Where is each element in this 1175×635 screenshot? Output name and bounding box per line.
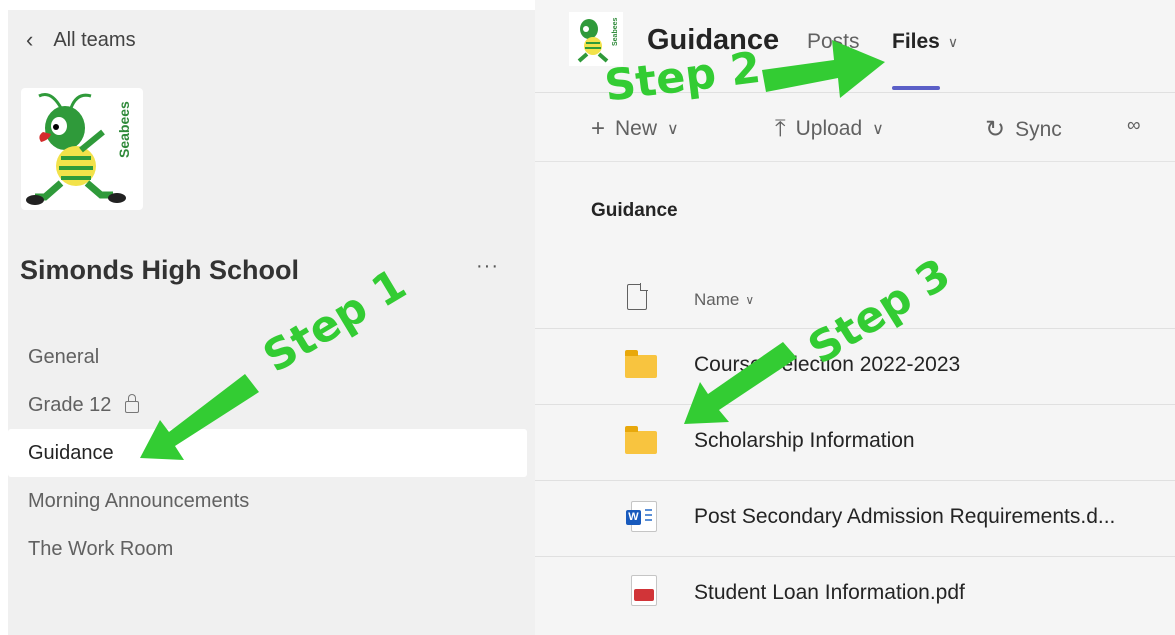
- active-tab-indicator: [892, 86, 940, 90]
- chevron-down-icon: ∨: [745, 293, 755, 307]
- tab-label: Files: [892, 30, 940, 53]
- sync-button[interactable]: ↻ Sync: [985, 115, 1062, 144]
- seabees-mascot-logo: Seabees: [26, 93, 132, 205]
- breadcrumb: Guidance: [591, 200, 678, 221]
- upload-label: Upload: [795, 117, 863, 140]
- channel-item-general[interactable]: General: [8, 333, 527, 381]
- seabees-logo-text-small: Seabees: [612, 17, 619, 46]
- channel-label: Grade 12: [28, 394, 112, 416]
- new-button[interactable]: + New ∨: [591, 115, 679, 143]
- sync-icon: ↻: [985, 116, 1006, 143]
- more-options-button[interactable]: ···: [476, 255, 499, 278]
- team-logo-small: Seabees: [569, 12, 623, 66]
- seabees-logo-text: Seabees: [116, 101, 132, 158]
- pdf-file-icon: [631, 575, 657, 606]
- tab-posts[interactable]: Posts: [807, 30, 860, 54]
- all-teams-label: All teams: [53, 28, 136, 51]
- files-header-row: Name ∨: [535, 262, 1175, 329]
- new-label: New: [615, 117, 658, 140]
- file-row[interactable]: Course Selection 2022-2023: [535, 329, 1175, 405]
- file-row[interactable]: Student Loan Information.pdf: [535, 557, 1175, 632]
- channel-label: General: [28, 346, 100, 368]
- file-type-header-icon: [627, 283, 648, 310]
- channel-title: Guidance: [647, 24, 780, 56]
- folder-icon: [625, 350, 657, 378]
- chevron-left-icon: ‹: [26, 27, 34, 52]
- sync-label: Sync: [1015, 117, 1062, 141]
- team-sidebar: ‹ All teams Seabees Simonds High School …: [8, 10, 535, 635]
- channel-item-morning-announcements[interactable]: Morning Announcements: [8, 477, 527, 525]
- upload-icon: ⤒: [775, 115, 786, 142]
- channel-item-grade-12[interactable]: Grade 12: [8, 381, 527, 429]
- file-name: Scholarship Information: [694, 429, 915, 452]
- channel-label: The Work Room: [28, 538, 174, 560]
- files-toolbar: + New ∨ ⤒ Upload ∨ ↻ Sync ∞: [535, 93, 1175, 162]
- copy-link-button[interactable]: ∞: [1127, 115, 1141, 137]
- file-name: Post Secondary Admission Requirements.d.…: [694, 505, 1116, 528]
- name-column-header[interactable]: Name ∨: [694, 290, 754, 310]
- chevron-down-icon: ∨: [872, 121, 884, 138]
- folder-icon: [625, 426, 657, 454]
- channel-main-panel: Seabees Guidance Posts Files ∨ + New ∨ ⤒…: [535, 0, 1175, 635]
- tab-label: Posts: [807, 30, 860, 53]
- word-file-icon: W: [626, 501, 657, 532]
- file-row[interactable]: W Post Secondary Admission Requirements.…: [535, 481, 1175, 557]
- channel-label: Guidance: [28, 442, 114, 464]
- file-name: Course Selection 2022-2023: [694, 353, 961, 376]
- plus-icon: +: [591, 115, 606, 142]
- channel-item-guidance[interactable]: Guidance: [8, 429, 527, 477]
- name-column-label: Name: [694, 290, 740, 309]
- link-icon: ∞: [1127, 115, 1141, 136]
- file-row[interactable]: Scholarship Information: [535, 405, 1175, 481]
- lock-icon: [125, 394, 140, 413]
- upload-button[interactable]: ⤒ Upload ∨: [775, 115, 884, 143]
- team-logo: Seabees: [21, 88, 143, 210]
- channel-header: Seabees Guidance Posts Files ∨: [535, 0, 1175, 93]
- channel-list: General Grade 12 Guidance Morning Announ…: [8, 333, 527, 573]
- file-name: Student Loan Information.pdf: [694, 581, 965, 604]
- channel-label: Morning Announcements: [28, 490, 250, 512]
- team-name: Simonds High School: [20, 255, 300, 285]
- all-teams-back-link[interactable]: ‹ All teams: [26, 27, 136, 53]
- files-list: Guidance Name ∨ Course Selection 2022-20…: [535, 162, 1175, 635]
- tab-files[interactable]: Files ∨: [892, 30, 958, 54]
- chevron-down-icon: ∨: [667, 121, 679, 138]
- channel-item-the-work-room[interactable]: The Work Room: [8, 525, 527, 573]
- chevron-down-icon: ∨: [947, 33, 959, 50]
